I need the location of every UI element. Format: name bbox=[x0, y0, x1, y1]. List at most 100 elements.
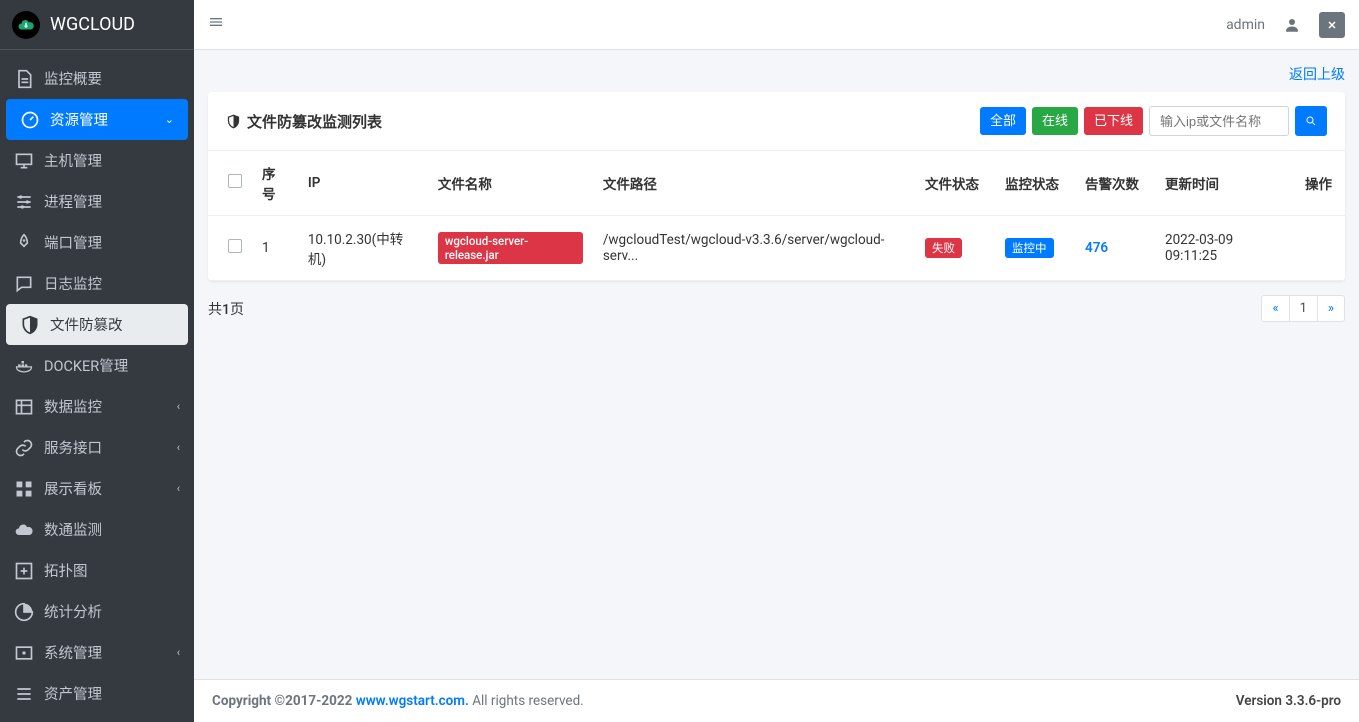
sidebar-item-label: 文件防篡改 bbox=[50, 314, 123, 335]
chevron-left-icon: ‹ bbox=[177, 441, 180, 454]
card-title: 文件防篡改监测列表 bbox=[226, 111, 382, 132]
sidebar-item-5[interactable]: 日志监控 bbox=[0, 263, 194, 304]
rocket-icon bbox=[14, 233, 34, 253]
sidebar-item-15[interactable]: 资产管理 bbox=[0, 673, 194, 714]
sidebar-item-2[interactable]: 主机管理 bbox=[0, 140, 194, 181]
sidebar-item-label: 数据监控 bbox=[44, 396, 102, 417]
cell-filepath: /wgcloudTest/wgcloud-v3.3.6/server/wgclo… bbox=[593, 216, 915, 281]
sidebar-item-0[interactable]: 监控概要 bbox=[0, 58, 194, 99]
sidebar-item-13[interactable]: 统计分析 bbox=[0, 591, 194, 632]
footer-copyright-suffix: All rights reserved. bbox=[472, 693, 584, 709]
page-info: 共1页 bbox=[208, 299, 244, 319]
cloud-icon bbox=[14, 520, 34, 540]
sidebar-item-label: 拓扑图 bbox=[44, 560, 88, 581]
plus-square-icon bbox=[14, 561, 34, 581]
sidebar-item-7[interactable]: DOCKER管理 bbox=[0, 345, 194, 386]
menu-toggle-icon[interactable] bbox=[208, 14, 224, 35]
cell-alarmcount[interactable]: 476 bbox=[1085, 240, 1108, 256]
sidebar: WGCLOUD 监控概要资源管理 ⌄ 主机管理进程管理端口管理日志监控文件防篡改 DO… bbox=[0, 0, 194, 722]
cell-updated: 2022-03-09 09:11:25 bbox=[1155, 216, 1295, 281]
sidebar-item-label: 数通监测 bbox=[44, 519, 102, 540]
card-title-text: 文件防篡改监测列表 bbox=[247, 111, 382, 132]
desktop-icon bbox=[14, 151, 34, 171]
search-button[interactable] bbox=[1295, 106, 1327, 136]
sidebar-item-14[interactable]: 系统管理 ‹ bbox=[0, 632, 194, 673]
comment-icon bbox=[14, 274, 34, 294]
chevron-left-icon: ‹ bbox=[177, 646, 180, 659]
table-footer: 共1页 « 1 » bbox=[208, 281, 1345, 322]
sliders-icon bbox=[14, 192, 34, 212]
card-header: 文件防篡改监测列表 全部 在线 已下线 bbox=[208, 92, 1345, 151]
sidebar-item-1[interactable]: 资源管理 ⌄ bbox=[6, 99, 188, 140]
sidebar-item-label: 资产管理 bbox=[44, 683, 102, 704]
brand[interactable]: WGCLOUD bbox=[0, 0, 194, 50]
brand-text: WGCLOUD bbox=[50, 14, 135, 35]
select-all-checkbox[interactable] bbox=[228, 174, 242, 188]
sidebar-item-label: 日志监控 bbox=[44, 273, 102, 294]
pie-icon bbox=[14, 602, 34, 622]
col-filestatus: 文件状态 bbox=[915, 151, 995, 216]
footer: Copyright ©2017-2022 www.wgstart.com. Al… bbox=[194, 679, 1359, 722]
sidebar-item-10[interactable]: 展示看板 ‹ bbox=[0, 468, 194, 509]
chevron-down-icon: ⌄ bbox=[165, 113, 174, 126]
shield-icon bbox=[226, 114, 241, 129]
sidebar-item-label: 资源管理 bbox=[50, 109, 108, 130]
link-icon bbox=[14, 438, 34, 458]
sidebar-item-label: 主机管理 bbox=[44, 150, 102, 171]
footer-version: Version 3.3.6-pro bbox=[1236, 693, 1341, 709]
cog-icon bbox=[14, 643, 34, 663]
sidebar-item-label: 进程管理 bbox=[44, 191, 102, 212]
file-icon bbox=[14, 69, 34, 89]
col-ip: IP bbox=[298, 151, 428, 216]
main: admin 返回上级 文件防篡改监测列表 bbox=[194, 0, 1359, 722]
sidebar-item-3[interactable]: 进程管理 bbox=[0, 181, 194, 222]
col-actions: 操作 bbox=[1295, 151, 1345, 216]
table-icon bbox=[14, 397, 34, 417]
sidebar-item-8[interactable]: 数据监控‹ bbox=[0, 386, 194, 427]
docker-icon bbox=[14, 356, 34, 376]
filter-offline-button[interactable]: 已下线 bbox=[1084, 107, 1143, 135]
page-prev[interactable]: « bbox=[1261, 295, 1289, 322]
page-current[interactable]: 1 bbox=[1289, 295, 1318, 322]
filter-online-button[interactable]: 在线 bbox=[1032, 107, 1078, 135]
search-input[interactable] bbox=[1149, 106, 1289, 136]
pagination: « 1 » bbox=[1261, 295, 1345, 322]
topbar: admin bbox=[194, 0, 1359, 50]
search-icon bbox=[1305, 114, 1317, 128]
chevron-left-icon: ‹ bbox=[177, 482, 180, 495]
grid-icon bbox=[14, 479, 34, 499]
sidebar-item-6[interactable]: 文件防篡改 bbox=[6, 304, 188, 345]
sidebar-item-12[interactable]: 拓扑图 bbox=[0, 550, 194, 591]
footer-copyright-prefix: Copyright ©2017-2022 bbox=[212, 693, 356, 709]
back-link[interactable]: 返回上级 bbox=[1289, 67, 1345, 83]
sidebar-item-label: 系统管理 bbox=[44, 642, 102, 663]
col-filename: 文件名称 bbox=[428, 151, 593, 216]
shield-icon bbox=[20, 315, 40, 335]
col-alarmcount: 告警次数 bbox=[1075, 151, 1155, 216]
filter-all-button[interactable]: 全部 bbox=[980, 107, 1026, 135]
col-monitorstatus: 监控状态 bbox=[995, 151, 1075, 216]
sidebar-menu: 监控概要资源管理⌄主机管理进程管理端口管理日志监控文件防篡改DOCKER管理数据… bbox=[0, 50, 194, 722]
sidebar-item-label: DOCKER管理 bbox=[44, 355, 128, 376]
col-filepath: 文件路径 bbox=[593, 151, 915, 216]
table-row: 1 10.10.2.30(中转机) wgcloud-server-release… bbox=[208, 216, 1345, 281]
sidebar-item-9[interactable]: 服务接口 ‹ bbox=[0, 427, 194, 468]
row-checkbox[interactable] bbox=[228, 239, 242, 253]
sidebar-item-label: 监控概要 bbox=[44, 68, 102, 89]
sidebar-item-label: 展示看板 bbox=[44, 478, 102, 499]
cell-filename[interactable]: wgcloud-server-release.jar bbox=[438, 232, 583, 264]
sidebar-item-4[interactable]: 端口管理 bbox=[0, 222, 194, 263]
user-icon[interactable] bbox=[1279, 12, 1305, 38]
cell-filestatus: 失败 bbox=[925, 238, 962, 258]
dashboard-icon bbox=[20, 110, 40, 130]
footer-site-link[interactable]: www.wgstart.com. bbox=[356, 693, 469, 709]
cell-actions bbox=[1295, 216, 1345, 281]
card: 文件防篡改监测列表 全部 在线 已下线 bbox=[208, 92, 1345, 281]
table-header-row: 序号 IP 文件名称 文件路径 文件状态 监控状态 告警次数 更新时间 操作 bbox=[208, 151, 1345, 216]
close-icon[interactable] bbox=[1319, 12, 1345, 38]
sidebar-item-11[interactable]: 数通监测 bbox=[0, 509, 194, 550]
page-next[interactable]: » bbox=[1317, 295, 1345, 322]
sidebar-item-label: 服务接口 bbox=[44, 437, 102, 458]
username[interactable]: admin bbox=[1226, 17, 1265, 33]
data-table: 序号 IP 文件名称 文件路径 文件状态 监控状态 告警次数 更新时间 操作 bbox=[208, 151, 1345, 281]
